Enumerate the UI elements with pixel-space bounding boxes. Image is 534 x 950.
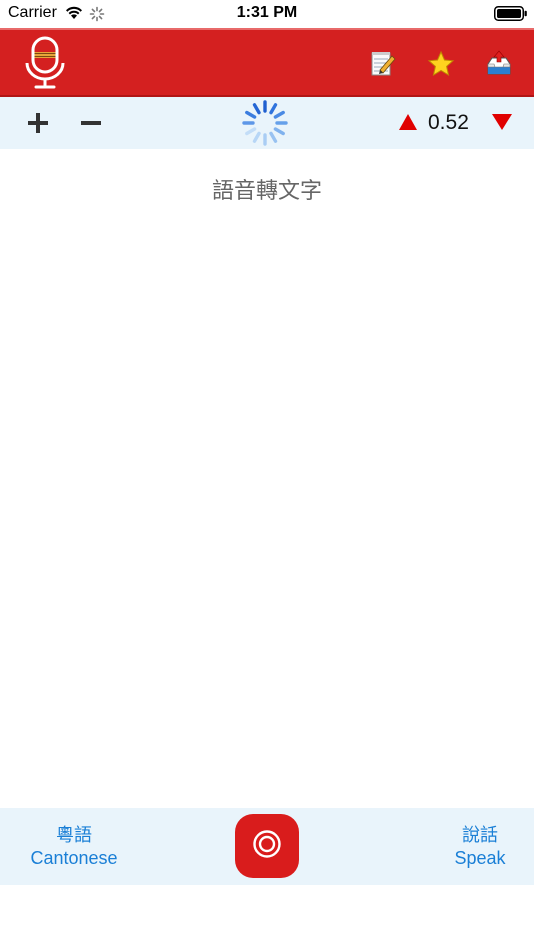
speech-rate-value: 0.52	[428, 111, 469, 134]
bottom-bar: 粵語 Cantonese 說話 Speak	[0, 808, 534, 885]
speak-button[interactable]: 說話 Speak	[440, 824, 520, 870]
transcript-placeholder: 語音轉文字	[211, 179, 322, 204]
cantonese-english-label: Cantonese	[30, 848, 118, 868]
status-bar: Carrier 1:31 PM	[0, 0, 534, 28]
record-target-icon	[252, 829, 282, 864]
battery-icon	[494, 6, 528, 26]
record-button[interactable]	[235, 814, 299, 878]
microphone-icon	[22, 36, 68, 97]
app-header	[0, 28, 534, 97]
rate-increase-button[interactable]	[398, 113, 418, 136]
cantonese-language-button[interactable]: 粵語 Cantonese	[14, 824, 134, 870]
loading-spinner-icon	[241, 99, 289, 152]
speak-chinese-label: 說話	[462, 825, 498, 846]
transcript-text-area[interactable]: 語音轉文字	[0, 149, 534, 808]
clock: 1:31 PM	[236, 4, 298, 21]
star-icon[interactable]	[427, 50, 455, 83]
cantonese-chinese-label: 粵語	[56, 825, 92, 846]
notepad-pencil-icon[interactable]	[370, 50, 396, 83]
inbox-upload-icon[interactable]	[485, 50, 513, 83]
rate-decrease-button[interactable]	[491, 113, 513, 136]
speak-english-label: Speak	[454, 848, 506, 868]
zoom-in-button[interactable]	[24, 109, 52, 142]
zoom-out-button[interactable]	[78, 109, 104, 142]
toolbar: 0.52	[0, 97, 534, 149]
